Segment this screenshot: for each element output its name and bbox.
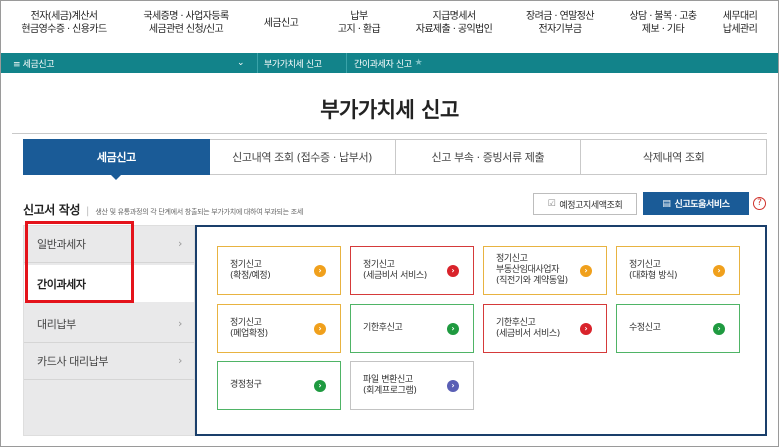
nav-payment[interactable]: 납부 고지 · 환급	[329, 10, 389, 36]
nav-etax-invoice[interactable]: 전자(세금)계산서 현금영수증 · 신용카드	[16, 10, 112, 36]
prenotice-tax-button[interactable]: ☑ 예정고지세액조회	[533, 193, 637, 215]
arrow-circle-icon: ›	[447, 322, 459, 335]
arrow-circle-icon: ›	[447, 379, 459, 392]
arrow-circle-icon: ›	[580, 322, 592, 335]
arrow-circle-icon: ›	[713, 264, 725, 277]
nav-tax-agent[interactable]: 세무대리 납세관리	[715, 10, 765, 36]
chevron-right-icon: ›	[178, 354, 182, 367]
arrow-circle-icon: ›	[713, 322, 725, 335]
card-regular-filing[interactable]: 정기신고 (확정/예정) ›	[217, 246, 341, 295]
card-late-filing-secretary[interactable]: 기한후신고 (세금비서 서비스) ›	[483, 304, 607, 353]
card-file-conversion[interactable]: 파일 변환신고 (회계프로그램) ›	[350, 361, 474, 410]
tab-bar: 세금신고 신고내역 조회 (접수증 · 납부서) 신고 부속 · 증빙서류 제출…	[23, 139, 767, 180]
nav-incentive[interactable]: 장려금 · 연말정산 전자기부금	[517, 10, 603, 36]
nav-consult[interactable]: 상담 · 불복 · 고충 제보 · 기타	[625, 10, 701, 36]
sidebar-item-simplified[interactable]: 간이과세자	[24, 265, 194, 302]
sidebar-item-card-proxy[interactable]: 카드사 대리납부 ›	[24, 343, 194, 380]
help-icon[interactable]: ?	[753, 197, 766, 210]
arrow-circle-icon: ›	[580, 264, 592, 277]
card-closure-filing[interactable]: 정기신고 (폐업확정) ›	[217, 304, 341, 353]
nav-certificate[interactable]: 국세증명 · 사업자등록 세금관련 신청/신고	[136, 10, 236, 36]
tab-filing-history[interactable]: 신고내역 조회 (접수증 · 납부서)	[209, 139, 396, 175]
nav-payment-statement[interactable]: 지급명세서 자료제출 · 공익법인	[411, 10, 497, 36]
section-description: 생산 및 유통과정의 각 단계에서 창출되는 부가가치에 대하여 부과되는 조세	[95, 208, 304, 216]
card-late-filing[interactable]: 기한후신고 ›	[350, 304, 474, 353]
breadcrumb-simplified[interactable]: 간이과세자 신고 ★	[346, 53, 423, 73]
arrow-circle-icon: ›	[314, 379, 326, 392]
section-title: 신고서 작성	[23, 203, 80, 217]
sidebar-item-general[interactable]: 일반과세자 ›	[24, 226, 194, 263]
menu-dropdown[interactable]: ≡ 세금신고	[13, 53, 55, 73]
section-header: 신고서 작성 | 생산 및 유통과정의 각 단계에서 창출되는 부가가치에 대하…	[23, 201, 303, 218]
card-interactive-filing[interactable]: 정기신고 (대화형 방식) ›	[616, 246, 740, 295]
sidebar: 일반과세자 › 간이과세자 대리납부 › 카드사 대리납부 ›	[23, 225, 195, 436]
tab-attachments[interactable]: 신고 부속 · 증빙서류 제출	[395, 139, 582, 175]
chevron-down-icon[interactable]: ⌄	[237, 53, 245, 73]
breadcrumb-bar: ≡ 세금신고 ⌄ 부가가치세 신고 간이과세자 신고 ★	[1, 53, 778, 73]
filing-options-panel: 정기신고 (확정/예정) › 정기신고 (세금비서 서비스) › 정기신고 부동산임대…	[195, 225, 767, 436]
card-correction-claim[interactable]: 경정청구 ›	[217, 361, 341, 410]
card-real-estate-rental[interactable]: 정기신고 부동산임대사업자 (직전기와 계약동일) ›	[483, 246, 607, 295]
card-amended-filing[interactable]: 수정신고 ›	[616, 304, 740, 353]
tab-deleted-history[interactable]: 삭제내역 조회	[581, 139, 767, 175]
arrow-circle-icon: ›	[447, 264, 459, 277]
book-icon: ▤	[662, 198, 671, 209]
title-divider	[12, 133, 767, 134]
arrow-circle-icon: ›	[314, 322, 326, 335]
page-title: 부가가치세 신고	[320, 98, 459, 122]
chevron-right-icon: ›	[178, 317, 182, 330]
card-tax-secretary[interactable]: 정기신고 (세금비서 서비스) ›	[350, 246, 474, 295]
help-service-button[interactable]: ▤ 신고도움서비스	[643, 192, 749, 215]
checkbox-icon: ☑	[547, 199, 556, 209]
page: 전자(세금)계산서 현금영수증 · 신용카드 국세증명 · 사업자등록 세금관련 신…	[0, 0, 779, 447]
tab-tax-filing[interactable]: 세금신고	[23, 139, 210, 180]
nav-tax-filing[interactable]: 세금신고	[256, 17, 306, 30]
section-separator: |	[85, 206, 90, 217]
chevron-right-icon: ›	[178, 237, 182, 250]
top-navigation: 전자(세금)계산서 현금영수증 · 신용카드 국세증명 · 사업자등록 세금관련 신…	[1, 1, 778, 45]
breadcrumb-vat[interactable]: 부가가치세 신고	[257, 53, 322, 73]
arrow-circle-icon: ›	[314, 264, 326, 277]
star-icon[interactable]: ★	[415, 58, 423, 68]
sidebar-item-proxy-payment[interactable]: 대리납부 ›	[24, 306, 194, 343]
